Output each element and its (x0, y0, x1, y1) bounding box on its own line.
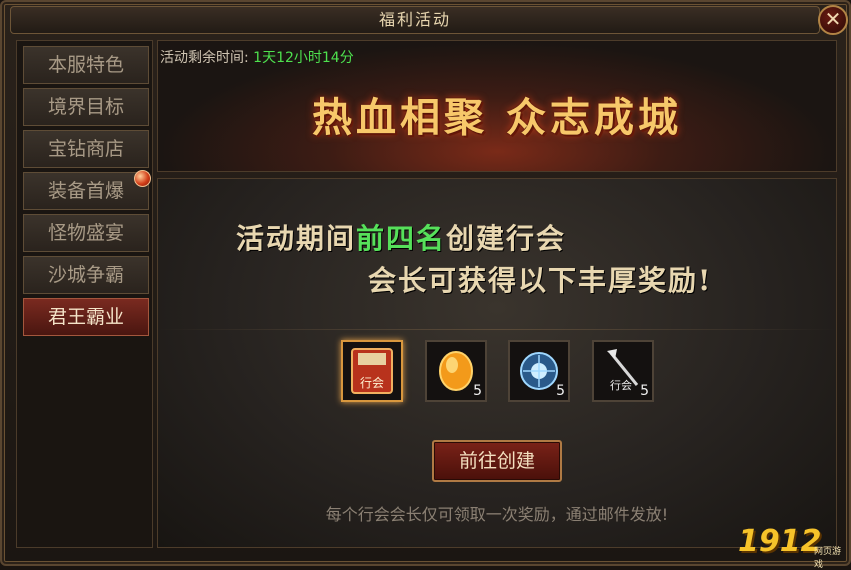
event-description-line2: 会长可获得以下丰厚奖励! (368, 264, 713, 297)
sidebar-item-king-hegemony[interactable]: 君王霸业 (23, 298, 149, 336)
go-create-button[interactable]: 前往创建 (432, 440, 562, 482)
remaining-time-label: 活动剩余时间: (160, 50, 254, 66)
reward-count: 5 (556, 383, 565, 399)
reward-slot-blue-orb[interactable]: 5 (508, 340, 570, 402)
notification-badge-icon (134, 170, 151, 187)
line1-post: 创建行会 (446, 222, 567, 255)
svg-text:行会: 行会 (610, 379, 632, 392)
event-description-line1: 活动期间前四名创建行会 (236, 217, 566, 257)
reward-note: 每个行会会长仅可领取一次奖励，通过邮件发放! (325, 505, 669, 524)
reward-count: 5 (640, 383, 649, 399)
sidebar-item-monster-feast[interactable]: 怪物盛宴 (23, 214, 149, 252)
line1-highlight: 前四名 (356, 222, 447, 255)
divider (158, 329, 836, 330)
guild-charter-icon: 行会 (351, 348, 393, 394)
remaining-time: 活动剩余时间: 1天12小时14分 (160, 47, 354, 67)
sidebar-item-siege-war[interactable]: 沙城争霸 (23, 256, 149, 294)
sidebar-item-first-drop[interactable]: 装备首爆 (23, 170, 151, 210)
line1-pre: 活动期间 (236, 222, 357, 255)
sidebar: 本服特色 境界目标 宝钻商店 装备首爆 怪物盛宴 沙城争霸 君王霸业 (16, 40, 153, 548)
event-banner: 活动剩余时间: 1天12小时14分 热血相聚 众志成城 (157, 40, 837, 172)
welfare-window: 福利活动 ✕ 本服特色 境界目标 宝钻商店 装备首爆 怪物盛宴 沙城争霸 君王霸… (0, 0, 851, 570)
remaining-time-value: 1天12小时14分 (253, 50, 354, 66)
logo-number: 1912 (738, 524, 822, 559)
close-button[interactable]: ✕ (818, 5, 848, 35)
banner-title: 热血相聚 众志成城 (312, 94, 682, 141)
reward-slot-guild-charter[interactable]: 行会 (341, 340, 403, 402)
sidebar-item-diamond-shop[interactable]: 宝钻商店 (23, 130, 149, 168)
event-content: 活动期间前四名创建行会 会长可获得以下丰厚奖励! 行会 5 5 行会 5 前往创… (157, 178, 837, 548)
sidebar-item-realm-goals[interactable]: 境界目标 (23, 88, 149, 126)
window-title: 福利活动 (10, 6, 820, 34)
logo-tag: 网页游戏 (814, 547, 842, 570)
sidebar-item-server-features[interactable]: 本服特色 (23, 46, 149, 84)
site-logo: 1912 网页游戏 (738, 522, 842, 570)
reward-slot-guild-token[interactable]: 行会 5 (592, 340, 654, 402)
sidebar-item-label: 装备首爆 (47, 180, 124, 202)
svg-text:行会: 行会 (360, 376, 384, 390)
reward-slot-golden-gem[interactable]: 5 (425, 340, 487, 402)
reward-count: 5 (473, 383, 482, 399)
